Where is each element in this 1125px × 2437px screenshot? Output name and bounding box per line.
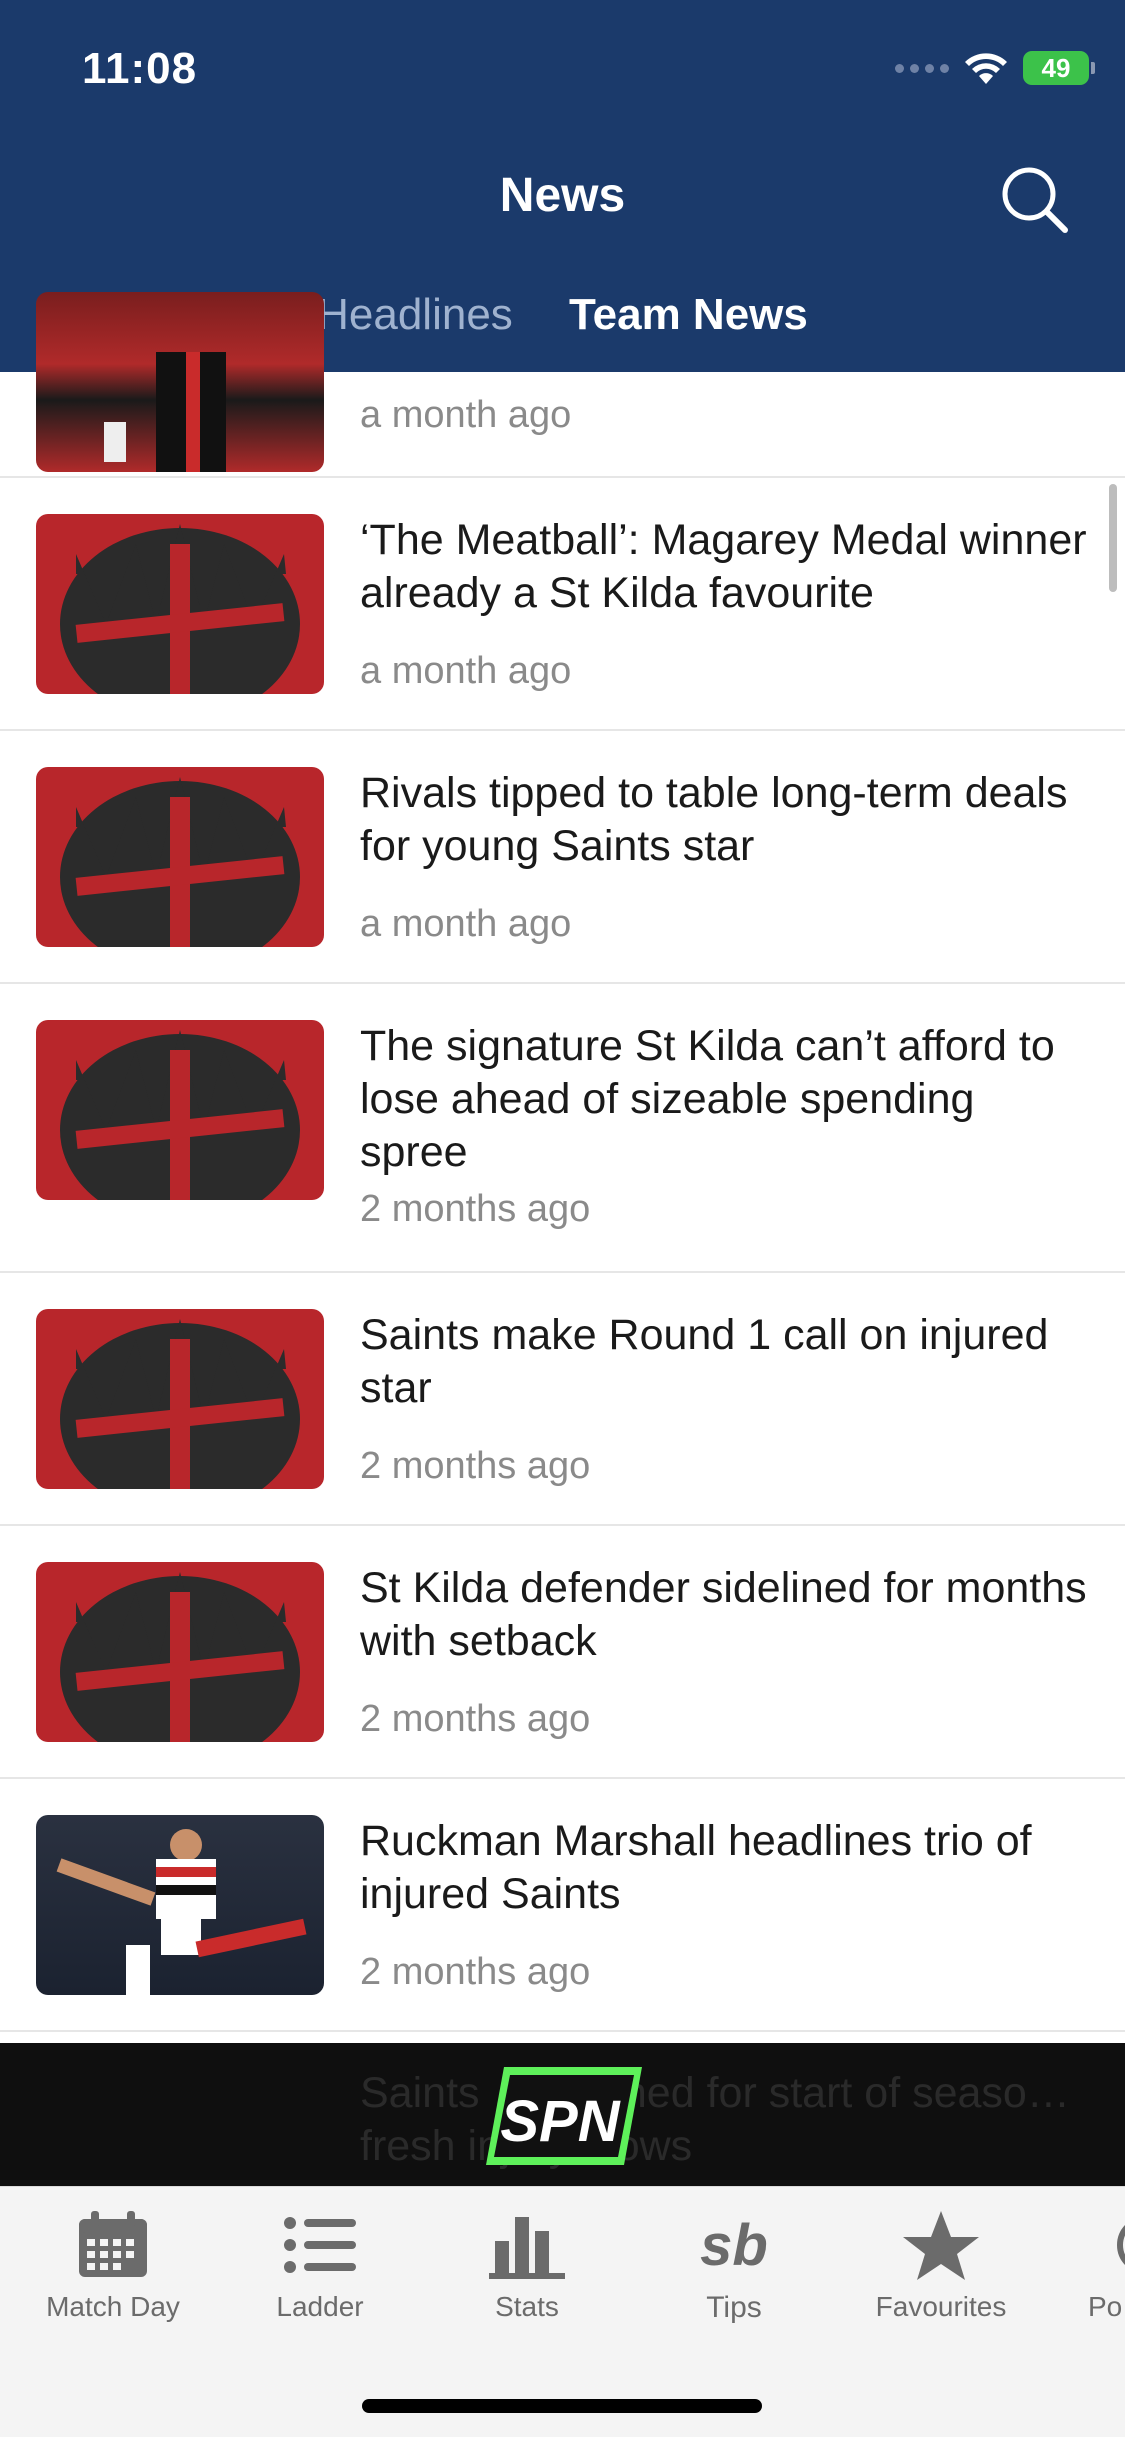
list-item[interactable]: Saints make Round 1 call on injured star… [0,1273,1125,1526]
svg-text:sb: sb [700,2213,768,2278]
article-time: a month ago [360,394,572,436]
tab-headlines[interactable]: Headlines [317,290,513,340]
article-title: Rivals tipped to table long-term deals f… [360,769,1068,870]
article-thumbnail [36,514,324,694]
home-indicator [362,2399,762,2413]
tab-stats[interactable]: Stats [427,2209,627,2323]
article-thumbnail [36,1562,324,1742]
spn-logo: SPN [484,2061,644,2176]
ad-banner[interactable]: Saints … idelined for start of seaso… fr… [0,2043,1125,2186]
status-time: 11:08 [82,44,198,93]
tab-label: Favourites [875,2291,1007,2322]
tab-label: Ladder [276,2291,364,2322]
list-item[interactable]: Ruckman Marshall headlines trio of injur… [0,1779,1125,2032]
ad-brand-text: SPN [500,2089,620,2154]
club-logo-icon [60,524,300,694]
ad-background-text: Saints … idelined for start of seaso… fr… [360,2069,1070,2170]
article-time: a month ago [360,903,572,945]
scrollbar[interactable] [1109,484,1117,592]
tab-label: Po [1088,2291,1123,2322]
tab-podcasts[interactable]: Po [1030,2209,1125,2323]
spn-logo-icon: SPN [486,2067,642,2165]
article-thumbnail [36,1020,324,1200]
article-title: ‘The Meatball’: Magarey Medal winner alr… [360,516,1087,617]
tab-favourites[interactable]: Favourites [841,2209,1041,2323]
player-photo-icon [56,1829,307,1995]
calendar-icon [79,2211,147,2277]
list-icon [284,2217,356,2273]
tab-label: Tips [706,2291,762,2324]
battery-level: 49 [1041,53,1071,83]
article-title: Saints make Round 1 call on injured star [360,1311,1049,1412]
cellular-signal-icon [895,63,949,73]
battery-icon: 49 [1023,51,1095,85]
status-icons: 49 [895,48,1095,88]
article-thumbnail [36,1815,324,1995]
wifi-icon [965,53,1007,84]
star-icon [903,2211,979,2280]
article-title: Ruckman Marshall headlines trio of injur… [360,1817,1032,1918]
list-item[interactable]: Rivals tipped to table long-term deals f… [0,731,1125,984]
list-item[interactable]: St Kilda defender sidelined for months w… [0,1526,1125,1779]
article-thumbnail [36,767,324,947]
tab-label: Match Day [46,2291,180,2322]
article-title: St Kilda defender sidelined for months w… [360,1564,1087,1665]
club-logo-icon [60,1319,300,1489]
article-title: The signature St Kilda can’t afford to l… [360,1022,1055,1176]
article-time: 2 months ago [360,1188,591,1230]
club-logo-icon [60,1030,300,1200]
search-icon [1002,167,1068,233]
podcast-icon [1117,2225,1125,2265]
page-title: News [499,169,626,222]
article-time: 2 months ago [360,1698,591,1740]
tab-team-news[interactable]: Team News [569,290,808,340]
article-time: 2 months ago [360,1445,591,1487]
search-button[interactable] [995,160,1075,240]
tab-match-day[interactable]: Match Day [13,2209,213,2323]
article-time: a month ago [360,650,572,692]
article-list: a month ago ‘The Meatball’: Magarey Meda… [0,292,1125,2032]
article-thumbnail [36,292,324,472]
tab-ladder[interactable]: Ladder [220,2209,420,2323]
tab-tips[interactable]: sb Tips [634,2209,834,2325]
article-time: 2 months ago [360,1951,591,1993]
bar-chart-icon [489,2217,565,2279]
list-item[interactable]: a month ago [0,292,1125,478]
club-logo-icon [60,777,300,947]
article-thumbnail [36,1309,324,1489]
list-item[interactable]: ‘The Meatball’: Magarey Medal winner alr… [0,478,1125,731]
tab-label: Stats [495,2291,559,2322]
player-photo-icon [104,352,226,472]
club-logo-icon [60,1572,300,1742]
sb-icon: sb [700,2213,768,2278]
list-item[interactable]: The signature St Kilda can’t afford to l… [0,984,1125,1273]
